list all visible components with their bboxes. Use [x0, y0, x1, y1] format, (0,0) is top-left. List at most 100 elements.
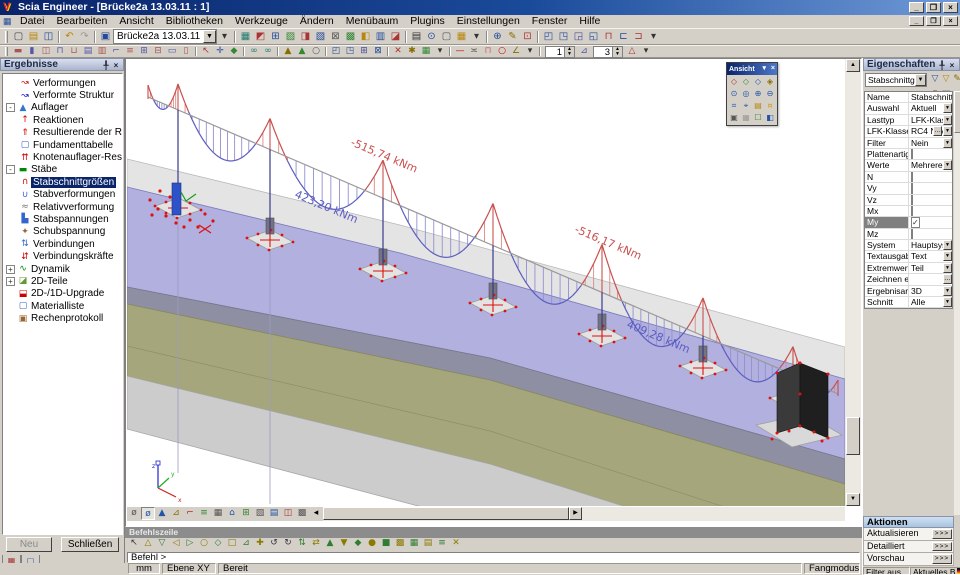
cmd-wedge-icon[interactable]: ⊿ — [239, 538, 253, 550]
document-icon[interactable]: ▥ — [373, 30, 388, 44]
tree-item-schubspannung[interactable]: ✦Schubspannung — [3, 226, 122, 238]
cmd-rotate-cw-icon[interactable]: ↻ — [281, 538, 295, 550]
property-value[interactable] — [909, 172, 952, 182]
property-row-mz[interactable]: Mz — [865, 229, 952, 240]
chevron-down-icon[interactable]: ▼ — [943, 240, 952, 250]
property-row-n[interactable]: N — [865, 172, 952, 183]
close-button[interactable]: × — [943, 2, 958, 13]
spin-buttons[interactable]: ▲▼ — [612, 47, 622, 57]
cmd-list-icon[interactable]: ≡ — [435, 538, 449, 550]
action-aktualisieren[interactable]: Aktualisieren>>> — [863, 528, 954, 541]
cmd-select-icon[interactable]: ↖ — [127, 538, 141, 550]
zoom-window-icon[interactable]: ⌗ — [728, 100, 740, 112]
bolt-icon[interactable]: ▲ — [295, 46, 309, 58]
chevron-down-icon[interactable]: ▼ — [943, 286, 952, 296]
frames-more-icon[interactable]: ▾ — [646, 30, 661, 44]
menu-ndern[interactable]: Ändern — [294, 15, 340, 28]
spin2-stepper[interactable]: 3▲▼ — [593, 46, 623, 58]
restore-button[interactable]: ❐ — [926, 2, 941, 13]
property-row-vz[interactable]: Vz — [865, 195, 952, 206]
open-project-icon[interactable]: ▤ — [26, 30, 41, 44]
tree-expand-icon[interactable]: + — [6, 277, 15, 286]
surface-icon[interactable]: ▲ — [155, 507, 169, 520]
checkbox[interactable] — [911, 206, 913, 216]
view-z-icon[interactable]: ◇ — [752, 76, 764, 88]
results-icon[interactable]: ⊠ — [328, 30, 343, 44]
frame-r-icon[interactable]: ⊐ — [631, 30, 646, 44]
ansicht-close-icon[interactable]: × — [771, 63, 775, 75]
cmd-circle-icon[interactable]: ○ — [197, 538, 211, 550]
print-icon[interactable]: ▤ — [409, 30, 424, 44]
cmd-diamond-icon[interactable]: ◆ — [351, 538, 365, 550]
loads-display-icon[interactable]: ≡ — [197, 507, 211, 520]
view-frame-4-icon[interactable]: ◱ — [586, 30, 601, 44]
cmd-swap-v-icon[interactable]: ⇅ — [295, 538, 309, 550]
new-project-icon[interactable]: ▢ — [11, 30, 26, 44]
light-icon[interactable]: ¤ — [764, 100, 776, 112]
property-row-vy[interactable]: Vy — [865, 183, 952, 194]
render-mode-icon[interactable]: ø — [141, 507, 155, 520]
modify-icon[interactable]: ✱ — [405, 46, 419, 58]
table-icon[interactable]: ▦ — [419, 46, 433, 58]
cmd-solid-icon[interactable]: ■ — [379, 538, 393, 550]
combo-history-icon[interactable]: ▾ — [217, 30, 232, 44]
cmd-rotate-ccw-icon[interactable]: ↺ — [267, 538, 281, 550]
neu-button[interactable]: Neu — [6, 537, 52, 552]
pin-icon[interactable]: ╀ — [937, 60, 947, 71]
frame-icon[interactable]: ⊓ — [481, 46, 495, 58]
tree-item-materialliste[interactable]: ▢Materialliste — [3, 300, 122, 312]
checkbox[interactable] — [911, 149, 913, 159]
chevron-down-icon[interactable]: ▼ — [943, 115, 952, 125]
camera-icon[interactable]: ▣ — [728, 112, 740, 124]
strip-collapse-icon[interactable]: ◂ — [309, 507, 323, 520]
menu-einstellungen[interactable]: Einstellungen — [451, 15, 526, 28]
beam-section-icon[interactable]: ▬ — [11, 46, 25, 58]
walk-zoom-icon[interactable]: ⊙ — [728, 88, 740, 100]
property-row-textausgabe[interactable]: TextausgabeText▼ — [865, 251, 952, 262]
model-icon[interactable]: ⌂ — [225, 507, 239, 520]
cmd-poly-icon[interactable]: ◇ — [211, 538, 225, 550]
axes-icon[interactable]: ⊞ — [239, 507, 253, 520]
pencil-icon[interactable]: ✎ — [951, 73, 960, 85]
action-detailliert[interactable]: Detailliert>>> — [863, 541, 954, 554]
export-icon[interactable]: ▢ — [439, 30, 454, 44]
menu-datei[interactable]: Datei — [14, 15, 51, 28]
cmd-column-icon[interactable]: ◁ — [169, 538, 183, 550]
property-value[interactable]: 3D▼ — [909, 286, 952, 296]
vertical-scroll-thumb[interactable] — [846, 417, 860, 455]
property-value[interactable]: Mehrere Ko▼ — [909, 160, 952, 170]
cmd-swap-h-icon[interactable]: ⇄ — [309, 538, 323, 550]
chevron-down-icon[interactable]: ▼ — [203, 30, 216, 43]
tree-item-auflager[interactable]: -▲Auflager — [3, 102, 122, 114]
cmd-plate-icon[interactable]: ▷ — [183, 538, 197, 550]
tree-item-resultierende-der-reaktionen[interactable]: ⇑Resultierende der Reaktionen — [3, 127, 122, 139]
tree-item-rechenprotokoll[interactable]: ▣Rechenprotokoll — [3, 312, 122, 324]
menu-werkzeuge[interactable]: Werkzeuge — [229, 15, 294, 28]
property-value[interactable]: Aktuell▼ — [909, 103, 952, 113]
draw-more-icon[interactable]: ▾ — [523, 46, 537, 58]
status-filter[interactable]: Filter aus — [863, 567, 910, 575]
panel-close-icon[interactable]: × — [111, 60, 121, 71]
frame-h-icon[interactable]: ⊓ — [601, 30, 616, 44]
line-icon[interactable]: — — [453, 46, 467, 58]
mdi-restore-button[interactable]: ❐ — [926, 16, 941, 26]
select-icon[interactable]: ↖ — [199, 46, 213, 58]
property-row-system[interactable]: SystemHauptsyste▼ — [865, 240, 952, 251]
menu-menbaum[interactable]: Menübaum — [340, 15, 405, 28]
view-x-icon[interactable]: ◇ — [728, 76, 740, 88]
cmd-node-icon[interactable]: △ — [141, 538, 155, 550]
property-row-mx[interactable]: Mx — [865, 206, 952, 217]
status-current-db[interactable]: Aktuelles B — [910, 567, 960, 575]
property-row-lfk-klasse[interactable]: LFK-KlasseRC4 NLA▼… — [865, 126, 952, 137]
cmd-hatch-icon[interactable]: ▩ — [393, 538, 407, 550]
action-vorschau[interactable]: Vorschau>>> — [863, 553, 954, 566]
property-value[interactable]: RC4 NLA▼… — [909, 126, 952, 136]
info-icon[interactable]: ⊡ — [520, 30, 535, 44]
column-section-icon[interactable]: ▮ — [25, 46, 39, 58]
zoom-selection-icon[interactable]: ⌖ — [740, 100, 752, 112]
layer-icon[interactable]: ⊿ — [577, 46, 591, 58]
shading-icon[interactable]: ▧ — [253, 507, 267, 520]
property-scrollbar[interactable] — [954, 91, 960, 515]
vertical-scrollbar[interactable]: ▲ ▼ — [845, 59, 861, 506]
property-value[interactable]: … — [909, 274, 952, 284]
